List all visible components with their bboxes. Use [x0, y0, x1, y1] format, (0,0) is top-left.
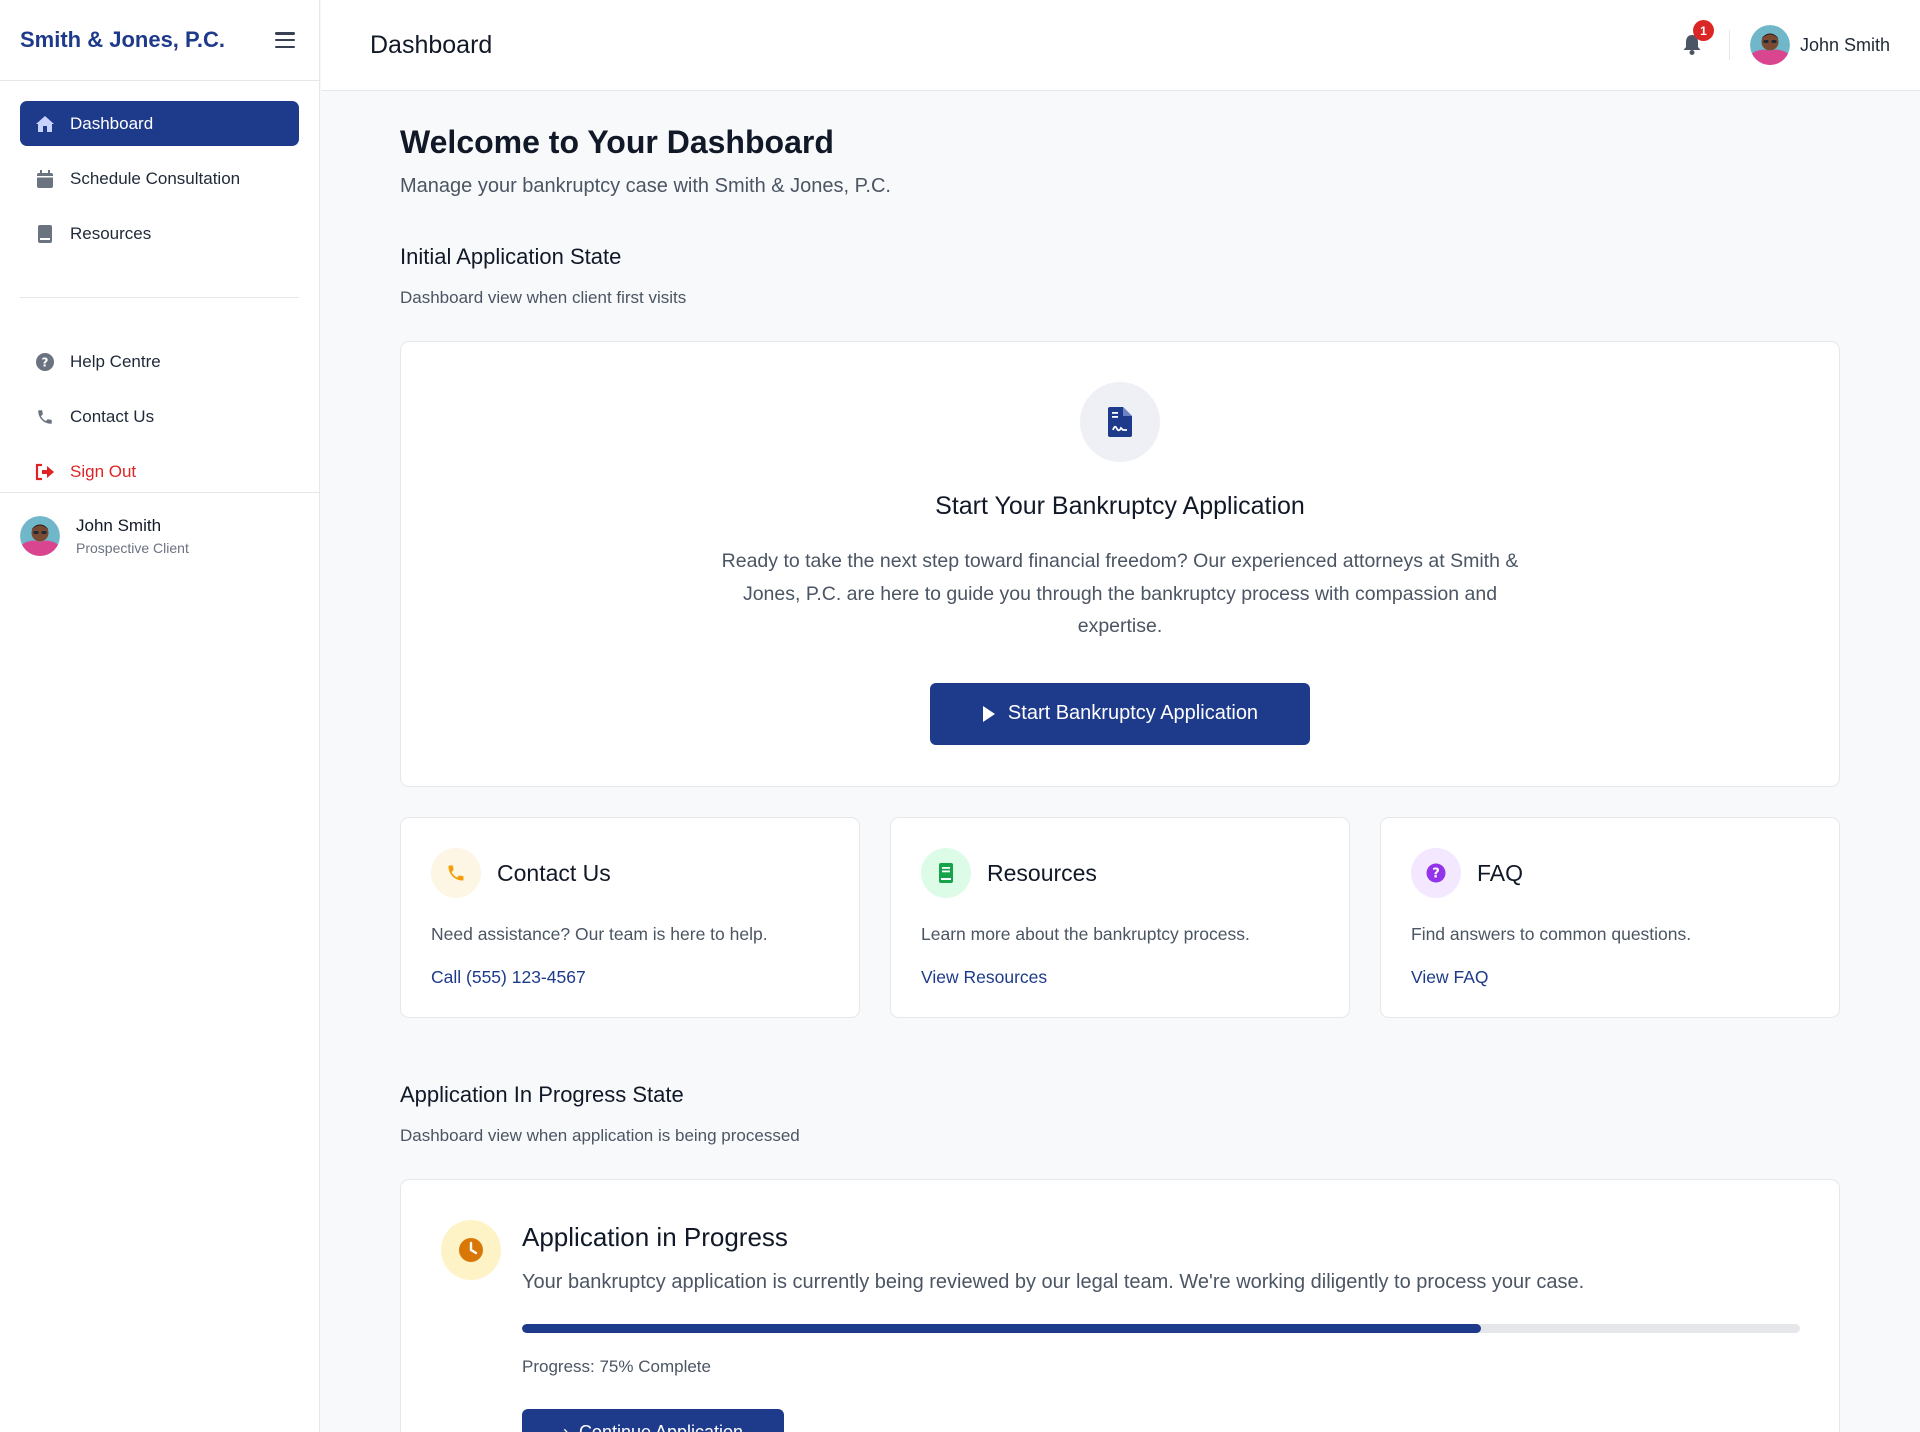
continue-application-label: Continue Application — [578, 1421, 744, 1432]
question-circle-icon: ? — [1411, 848, 1461, 898]
home-icon — [34, 113, 56, 135]
question-circle-icon: ? — [34, 351, 56, 373]
start-application-card: Start Your Bankruptcy Application Ready … — [400, 341, 1840, 787]
top-bar: Dashboard 1 John Smith — [321, 0, 1920, 91]
card-title: Contact Us — [497, 859, 611, 886]
welcome-title: Welcome to Your Dashboard — [400, 124, 834, 160]
sidebar-user-profile[interactable]: John Smith Prospective Client — [0, 492, 320, 579]
info-cards: Contact Us Need assistance? Our team is … — [400, 817, 1840, 1018]
menu-toggle-icon[interactable] — [275, 32, 295, 48]
notification-badge: 1 — [1692, 20, 1714, 41]
chevron-right-icon: › — [562, 1421, 569, 1432]
initial-state-title: Initial Application State — [400, 244, 622, 269]
header-divider — [1728, 30, 1730, 60]
progress-card-description: Your bankruptcy application is currently… — [522, 1271, 1585, 1293]
sidebar-item-help-centre[interactable]: ? Help Centre — [20, 339, 299, 384]
sidebar: Smith & Jones, P.C. Dashboard Schedule C… — [0, 0, 320, 1432]
resources-card: Resources Learn more about the bankruptc… — [890, 817, 1350, 1018]
avatar — [20, 516, 60, 556]
phone-icon — [431, 848, 481, 898]
start-application-label: Start Bankruptcy Application — [1007, 702, 1259, 724]
application-progress-card: Application in Progress Your bankruptcy … — [400, 1179, 1840, 1432]
sidebar-item-contact-us[interactable]: Contact Us — [20, 394, 299, 439]
book-icon — [921, 848, 971, 898]
sidebar-item-label: Resources — [70, 223, 152, 243]
top-bar-actions: 1 John Smith — [1679, 20, 1890, 65]
card-description: Find answers to common questions. — [1411, 924, 1692, 944]
progress-bar-fill — [522, 1324, 1481, 1333]
call-phone-link[interactable]: Call (555) 123-4567 — [431, 967, 586, 988]
clock-icon — [441, 1220, 501, 1280]
user-menu[interactable]: John Smith — [1749, 25, 1890, 65]
hero-title: Start Your Bankruptcy Application — [935, 492, 1305, 520]
progress-state-title: Application In Progress State — [400, 1082, 684, 1107]
faq-card: ? FAQ Find answers to common questions. … — [1380, 817, 1840, 1018]
play-icon — [982, 705, 995, 722]
sidebar-item-label: Help Centre — [70, 351, 161, 371]
card-description: Need assistance? Our team is here to hel… — [431, 924, 768, 944]
sidebar-divider — [20, 297, 299, 298]
sidebar-item-label: Dashboard — [70, 113, 154, 133]
progress-label: Progress: 75% Complete — [522, 1357, 711, 1376]
card-title: Resources — [987, 859, 1097, 886]
notifications-button[interactable]: 1 — [1679, 20, 1714, 58]
progress-bar — [522, 1324, 1800, 1333]
svg-text:?: ? — [1432, 867, 1440, 882]
sidebar-item-label: Sign Out — [70, 461, 137, 481]
sidebar-item-dashboard[interactable]: Dashboard — [20, 101, 299, 146]
view-faq-link[interactable]: View FAQ — [1411, 967, 1489, 988]
phone-icon — [34, 406, 56, 428]
brand-row: Smith & Jones, P.C. — [0, 0, 319, 81]
sidebar-user-name: John Smith — [76, 516, 162, 535]
hero-description: Ready to take the next step toward finan… — [721, 550, 1519, 637]
svg-text:?: ? — [42, 355, 49, 369]
sidebar-nav: Dashboard Schedule Consultation Resource… — [0, 81, 319, 494]
progress-state-subtitle: Dashboard view when application is being… — [400, 1126, 800, 1145]
main-content: Welcome to Your Dashboard Manage your ba… — [400, 91, 1840, 1432]
document-signature-icon — [1080, 382, 1160, 462]
sidebar-item-schedule-consultation[interactable]: Schedule Consultation — [20, 156, 299, 201]
sidebar-item-resources[interactable]: Resources — [20, 211, 299, 256]
header-user-name: John Smith — [1799, 34, 1890, 55]
continue-application-button[interactable]: › Continue Application — [522, 1409, 784, 1432]
sign-out-icon — [34, 461, 56, 483]
sidebar-item-label: Contact Us — [70, 406, 155, 426]
card-description: Learn more about the bankruptcy process. — [921, 924, 1250, 944]
sidebar-item-sign-out[interactable]: Sign Out — [20, 449, 299, 494]
calendar-icon — [34, 168, 56, 190]
view-resources-link[interactable]: View Resources — [921, 967, 1047, 988]
contact-us-card: Contact Us Need assistance? Our team is … — [400, 817, 860, 1018]
sidebar-user-role: Prospective Client — [76, 540, 189, 556]
sidebar-item-label: Schedule Consultation — [70, 168, 241, 188]
welcome-subtitle: Manage your bankruptcy case with Smith &… — [400, 175, 891, 197]
book-icon — [34, 223, 56, 245]
start-application-button[interactable]: Start Bankruptcy Application — [930, 682, 1310, 745]
card-title: FAQ — [1477, 859, 1524, 886]
page-title: Dashboard — [370, 30, 493, 59]
progress-card-title: Application in Progress — [522, 1222, 788, 1252]
brand-name: Smith & Jones, P.C. — [20, 27, 225, 52]
initial-state-subtitle: Dashboard view when client first visits — [400, 288, 687, 307]
avatar — [1749, 25, 1790, 65]
